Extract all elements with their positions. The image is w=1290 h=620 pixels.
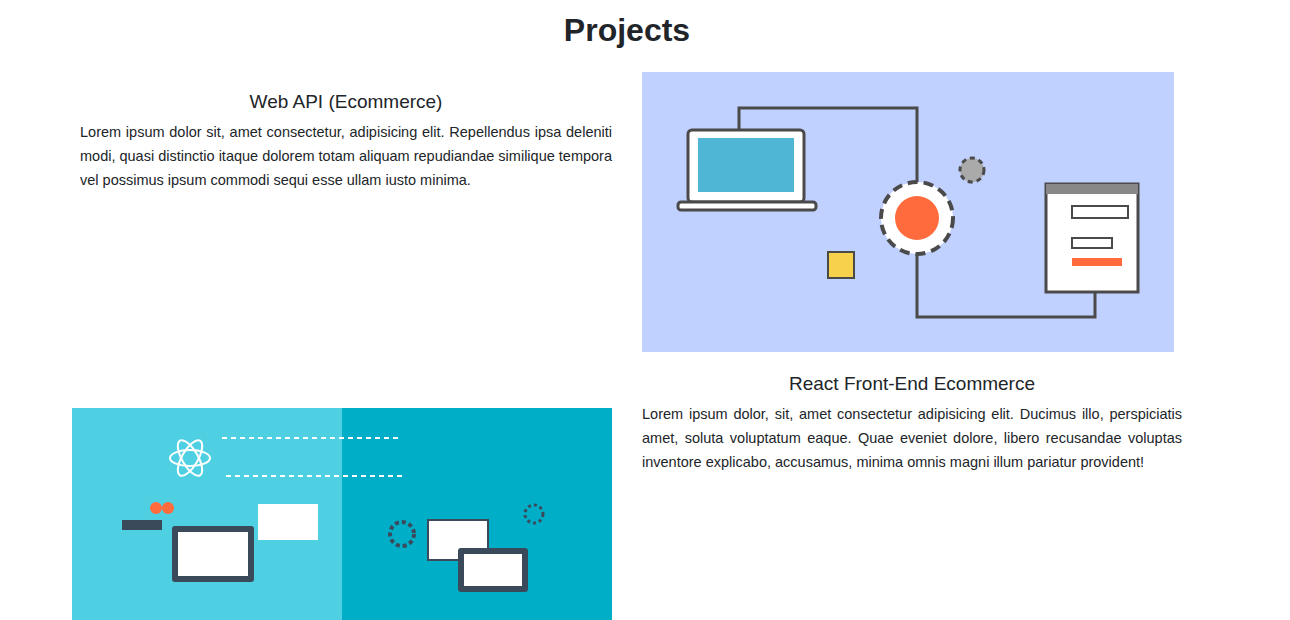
project-text: Web API (Ecommerce) Lorem ipsum dolor sit… — [72, 72, 612, 192]
project-row: React Front-End Ecommerce Lorem ipsum dol… — [72, 372, 1182, 620]
react-node-illustration — [72, 408, 612, 620]
project-description: Lorem ipsum dolor sit, amet consectetur,… — [80, 120, 612, 192]
project-title: Web API (Ecommerce) — [80, 90, 612, 114]
section-title: Projects — [72, 10, 1182, 50]
project-text: React Front-End Ecommerce Lorem ipsum dol… — [642, 372, 1182, 474]
project-title: React Front-End Ecommerce — [642, 372, 1182, 396]
project-image — [642, 72, 1174, 352]
project-image — [72, 408, 612, 620]
projects-section: Projects Web API (Ecommerce) Lorem ipsum d… — [0, 10, 1182, 620]
project-row: Web API (Ecommerce) Lorem ipsum dolor sit… — [72, 72, 1182, 352]
api-illustration — [642, 72, 1174, 352]
project-description: Lorem ipsum dolor, sit, amet consectetur… — [642, 402, 1182, 474]
